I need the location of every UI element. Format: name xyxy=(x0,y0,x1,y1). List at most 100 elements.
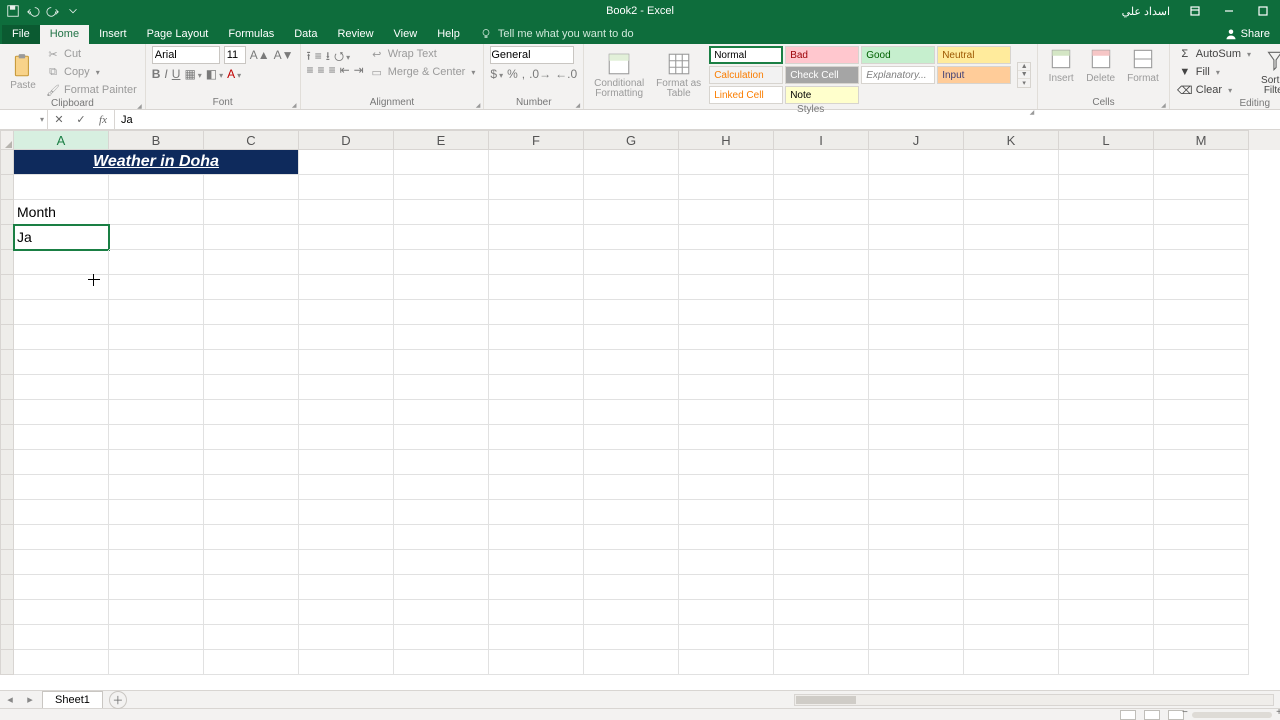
cell[interactable] xyxy=(774,600,869,625)
account-name[interactable]: اسداد علي xyxy=(1122,5,1170,18)
insert-function-icon[interactable]: fx xyxy=(92,114,114,126)
cell[interactable] xyxy=(394,500,489,525)
cell[interactable] xyxy=(299,525,394,550)
cell[interactable] xyxy=(14,650,109,675)
cell[interactable] xyxy=(14,600,109,625)
row-header[interactable] xyxy=(0,550,14,575)
cell[interactable] xyxy=(1059,175,1154,200)
cell[interactable] xyxy=(774,500,869,525)
cell[interactable] xyxy=(489,550,584,575)
cell[interactable] xyxy=(394,175,489,200)
cell[interactable] xyxy=(489,150,584,175)
percent-format-icon[interactable]: % xyxy=(507,68,518,80)
cell[interactable] xyxy=(679,650,774,675)
cell[interactable] xyxy=(1154,375,1249,400)
cell[interactable] xyxy=(489,625,584,650)
cell[interactable] xyxy=(584,625,679,650)
align-right-icon[interactable]: ≡ xyxy=(329,64,336,76)
decrease-decimal-icon[interactable]: ←.0 xyxy=(555,68,577,80)
cell[interactable] xyxy=(679,600,774,625)
cell[interactable] xyxy=(584,150,679,175)
tab-data[interactable]: Data xyxy=(284,25,327,44)
cell[interactable] xyxy=(1059,625,1154,650)
cell[interactable] xyxy=(14,425,109,450)
cell[interactable] xyxy=(1059,550,1154,575)
style-bad[interactable]: Bad xyxy=(785,46,859,64)
cell[interactable] xyxy=(964,525,1059,550)
cell[interactable] xyxy=(869,250,964,275)
cell[interactable] xyxy=(964,350,1059,375)
cell[interactable] xyxy=(869,625,964,650)
cell[interactable] xyxy=(204,400,299,425)
column-header-K[interactable]: K xyxy=(964,130,1059,150)
cell[interactable] xyxy=(1059,150,1154,175)
style-normal[interactable]: Normal xyxy=(709,46,783,64)
row-header[interactable] xyxy=(0,400,14,425)
cell[interactable] xyxy=(964,650,1059,675)
cell[interactable] xyxy=(679,450,774,475)
cell[interactable] xyxy=(774,475,869,500)
style-input[interactable]: Input xyxy=(937,66,1011,84)
cell[interactable] xyxy=(394,575,489,600)
cell[interactable] xyxy=(679,300,774,325)
fill-color-button[interactable]: ◧ xyxy=(206,68,223,80)
number-format-combo[interactable] xyxy=(490,46,574,64)
cell[interactable] xyxy=(489,425,584,450)
decrease-indent-icon[interactable]: ⇤ xyxy=(340,64,350,76)
row-header[interactable] xyxy=(0,475,14,500)
cell[interactable] xyxy=(204,625,299,650)
cell[interactable] xyxy=(489,225,584,250)
style-neutral[interactable]: Neutral xyxy=(937,46,1011,64)
cell[interactable] xyxy=(869,400,964,425)
delete-cells-button[interactable]: Delete xyxy=(1082,46,1119,85)
cell[interactable] xyxy=(489,400,584,425)
cell[interactable] xyxy=(774,325,869,350)
cell[interactable] xyxy=(204,575,299,600)
cell[interactable] xyxy=(679,375,774,400)
cell[interactable] xyxy=(299,225,394,250)
cell-styles-gallery[interactable]: NormalBadGoodNeutralCalculationCheck Cel… xyxy=(709,46,1031,104)
cell[interactable] xyxy=(299,400,394,425)
cell[interactable] xyxy=(394,625,489,650)
cell[interactable] xyxy=(109,475,204,500)
italic-button[interactable]: I xyxy=(164,68,167,80)
row-header[interactable] xyxy=(0,200,14,225)
cell[interactable] xyxy=(109,300,204,325)
cell[interactable] xyxy=(1154,500,1249,525)
cell[interactable] xyxy=(584,500,679,525)
cell[interactable] xyxy=(14,475,109,500)
cell[interactable] xyxy=(964,550,1059,575)
cell[interactable] xyxy=(1059,500,1154,525)
cell[interactable] xyxy=(964,300,1059,325)
cell[interactable] xyxy=(14,500,109,525)
cell[interactable] xyxy=(299,350,394,375)
column-header-J[interactable]: J xyxy=(869,130,964,150)
cell[interactable] xyxy=(869,525,964,550)
cell[interactable] xyxy=(964,150,1059,175)
cell[interactable] xyxy=(489,525,584,550)
row-header[interactable] xyxy=(0,500,14,525)
cell[interactable] xyxy=(489,375,584,400)
cell[interactable] xyxy=(109,350,204,375)
tell-me-search[interactable]: Tell me what you want to do xyxy=(470,25,644,44)
column-header-A[interactable]: A xyxy=(14,130,109,150)
cell[interactable] xyxy=(964,625,1059,650)
cell[interactable] xyxy=(869,500,964,525)
cell[interactable] xyxy=(299,325,394,350)
column-header-H[interactable]: H xyxy=(679,130,774,150)
cell[interactable] xyxy=(869,350,964,375)
cell[interactable] xyxy=(299,550,394,575)
row-header[interactable] xyxy=(0,300,14,325)
cell[interactable] xyxy=(109,200,204,225)
cell[interactable] xyxy=(14,525,109,550)
row-header[interactable] xyxy=(0,275,14,300)
cell[interactable] xyxy=(1154,350,1249,375)
cell[interactable] xyxy=(109,175,204,200)
cell[interactable] xyxy=(109,250,204,275)
cell[interactable] xyxy=(1059,575,1154,600)
cell[interactable] xyxy=(394,600,489,625)
increase-indent-icon[interactable]: ⇥ xyxy=(354,64,364,76)
cell[interactable] xyxy=(14,350,109,375)
cell[interactable] xyxy=(584,275,679,300)
cell[interactable] xyxy=(774,200,869,225)
